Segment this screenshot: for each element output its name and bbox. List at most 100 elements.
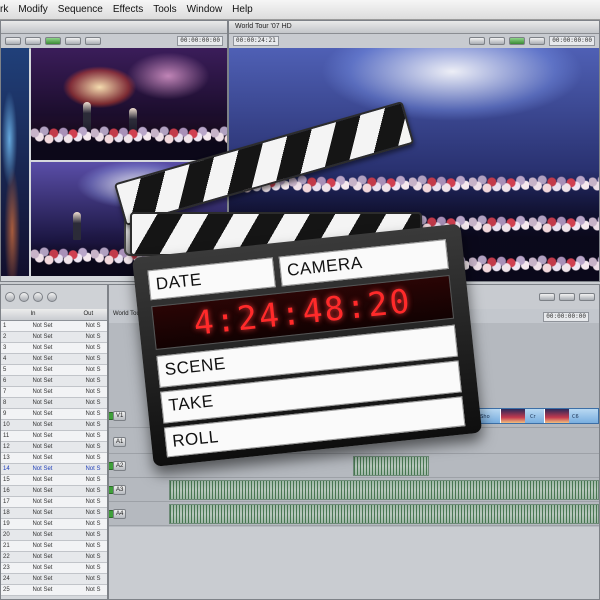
loop-button[interactable] [47, 292, 57, 302]
snapping-button[interactable] [559, 293, 575, 301]
cell-out: Not S [85, 334, 101, 340]
track-label-a4[interactable]: A4 [113, 509, 127, 519]
cell-in: Not Set [32, 411, 53, 417]
cell-out: Not S [85, 565, 101, 571]
timeline-timecode[interactable]: 00:00:00:00 [543, 312, 589, 322]
cell-num: 9 [3, 411, 7, 417]
canvas-zoom-button[interactable] [469, 37, 486, 45]
menu-effects[interactable]: Effects [113, 4, 143, 15]
cell-out: Not S [85, 554, 101, 560]
menu-sequence[interactable]: Sequence [58, 4, 103, 15]
menu-tools[interactable]: Tools [153, 4, 176, 15]
table-row[interactable]: 9 Not Set Not S [1, 409, 107, 420]
table-row[interactable]: 6 Not Set Not S [1, 376, 107, 387]
cell-out: Not S [85, 411, 101, 417]
table-row[interactable]: 4 Not Set Not S [1, 354, 107, 365]
cell-in: Not Set [32, 400, 53, 406]
screenshot-stage: rk Modify Sequence Effects Tools Window … [0, 0, 600, 600]
canvas-view-button[interactable] [489, 37, 506, 45]
cell-out: Not S [85, 532, 101, 538]
cell-num: 22 [3, 554, 10, 560]
cell-in: Not Set [32, 422, 53, 428]
table-row[interactable]: 12 Not Set Not S [1, 442, 107, 453]
table-row[interactable]: 5 Not Set Not S [1, 365, 107, 376]
canvas-toolbar: 00:00:24:21 00:00:00:00 [229, 34, 599, 49]
table-row[interactable]: 11 Not Set Not S [1, 431, 107, 442]
cell-out: Not S [85, 378, 101, 384]
column-in[interactable]: In [30, 309, 83, 320]
canvas-timecode-left[interactable]: 00:00:24:21 [233, 36, 279, 46]
stop-button[interactable] [33, 292, 43, 302]
cell-in: Not Set [32, 554, 53, 560]
menu-file[interactable]: rk [0, 4, 8, 15]
cell-out: Not S [85, 400, 101, 406]
table-row[interactable]: 10 Not Set Not S [1, 420, 107, 431]
table-row[interactable]: 15 Not Set Not S [1, 475, 107, 486]
viewer-timecode[interactable]: 00:00:00:00 [177, 36, 223, 46]
marker-button[interactable] [65, 37, 81, 45]
cell-out: Not S [85, 367, 101, 373]
zoom-popup-button[interactable] [5, 37, 21, 45]
browser-rows: 1 Not Set Not S 2 Not Set Not S 3 Not Set Not S4… [1, 321, 107, 596]
cell-out: Not S [85, 477, 101, 483]
table-row[interactable]: 3 Not Set Not S [1, 343, 107, 354]
filter-button[interactable] [85, 37, 101, 45]
canvas-timecode-right[interactable]: 00:00:00:00 [549, 36, 595, 46]
cell-num: 14 [3, 466, 10, 472]
cell-in: Not Set [32, 356, 53, 362]
cell-out: Not S [85, 422, 101, 428]
cell-in: Not Set [32, 466, 53, 472]
table-row[interactable]: 19 Not Set Not S [1, 519, 107, 530]
menu-modify[interactable]: Modify [18, 4, 47, 15]
cell-num: 12 [3, 444, 10, 450]
table-row[interactable]: 14 Not Set Not S [1, 464, 107, 475]
menu-window[interactable]: Window [187, 4, 223, 15]
clip-label-2: Cr [530, 414, 536, 420]
cell-num: 16 [3, 488, 10, 494]
timeline-zoom-button[interactable] [539, 293, 555, 301]
clapper-top-arm [113, 101, 415, 226]
menu-help[interactable]: Help [232, 4, 253, 15]
table-row[interactable]: 21 Not Set Not S [1, 541, 107, 552]
cell-in: Not Set [32, 444, 53, 450]
table-row[interactable]: 25 Not Set Not S [1, 585, 107, 596]
performer-figure [73, 212, 81, 240]
audio-clip[interactable] [169, 504, 599, 524]
column-name[interactable] [1, 309, 30, 320]
table-row[interactable]: 16 Not Set Not S [1, 486, 107, 497]
slate-date-field: DATE [147, 257, 276, 301]
cell-out: Not S [85, 510, 101, 516]
table-row[interactable]: 2 Not Set Not S [1, 332, 107, 343]
table-row[interactable]: 1 Not Set Not S [1, 321, 107, 332]
play-in-out-button[interactable] [5, 292, 15, 302]
cell-num: 4 [3, 356, 7, 362]
audio-track-4: A4 [109, 503, 599, 526]
table-row[interactable]: 24 Not Set Not S [1, 574, 107, 585]
table-row[interactable]: 20 Not Set Not S [1, 530, 107, 541]
play-button[interactable] [19, 292, 29, 302]
cell-num: 2 [3, 334, 7, 340]
playhead-sync-button[interactable] [45, 37, 61, 45]
cell-out: Not S [85, 466, 101, 472]
table-row[interactable]: 7 Not Set Not S [1, 387, 107, 398]
canvas-sync-button[interactable] [509, 37, 526, 45]
table-row[interactable]: 23 Not Set Not S [1, 563, 107, 574]
table-row[interactable]: 8 Not Set Not S [1, 398, 107, 409]
table-row[interactable]: 13 Not Set Not S [1, 453, 107, 464]
cell-num: 5 [3, 367, 7, 373]
table-row[interactable]: 22 Not Set Not S [1, 552, 107, 563]
cell-num: 11 [3, 433, 10, 439]
canvas-marker-button[interactable] [529, 37, 546, 45]
cell-out: Not S [85, 455, 101, 461]
browser-list-area: In Out 1 Not Set Not S 2 Not Set Not S 3 Not Se… [1, 309, 107, 599]
cell-out: Not S [85, 345, 101, 351]
linking-button[interactable] [579, 293, 595, 301]
table-row[interactable]: 18 Not Set Not S [1, 508, 107, 519]
view-popup-button[interactable] [25, 37, 41, 45]
column-out[interactable]: Out [83, 309, 107, 320]
table-row[interactable]: 17 Not Set Not S [1, 497, 107, 508]
cell-out: Not S [85, 499, 101, 505]
cell-num: 8 [3, 400, 7, 406]
cell-in: Not Set [32, 576, 53, 582]
cell-num: 1 [3, 323, 7, 329]
